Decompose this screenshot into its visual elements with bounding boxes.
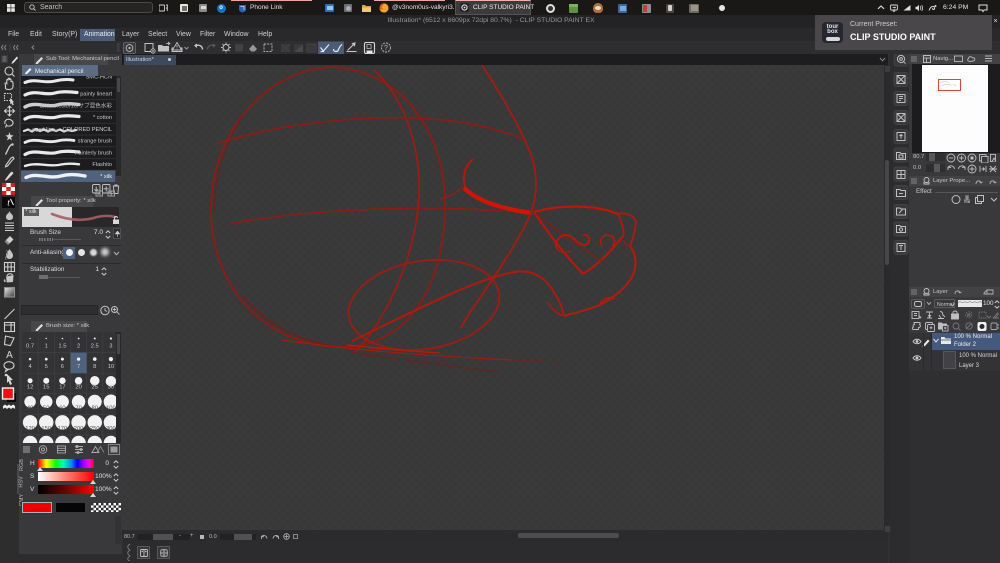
svg-text:2: 2 [77, 344, 80, 350]
svg-text:250: 250 [90, 426, 100, 432]
svg-text:30: 30 [108, 385, 114, 391]
svg-text:70: 70 [75, 405, 81, 411]
svg-text:?: ? [384, 45, 388, 52]
svg-text:7: 7 [77, 364, 80, 370]
svg-text:60: 60 [59, 405, 65, 411]
svg-text:80: 80 [92, 405, 98, 411]
svg-text:1.5: 1.5 [58, 344, 66, 350]
svg-text:* silk: * silk [100, 174, 112, 180]
svg-text:120: 120 [25, 426, 35, 432]
svg-text:15: 15 [43, 385, 49, 391]
svg-text:25: 25 [92, 385, 98, 391]
svg-text:aged line ... COLORED PENCIL: aged line ... COLORED PENCIL [32, 127, 112, 133]
svg-text:150: 150 [41, 426, 51, 432]
svg-text:A: A [6, 350, 13, 361]
svg-text:17: 17 [59, 385, 65, 391]
svg-text:0.7: 0.7 [26, 344, 34, 350]
svg-text:40: 40 [27, 405, 33, 411]
svg-text:* cotton: * cotton [93, 115, 112, 121]
svg-text:8: 8 [93, 364, 96, 370]
svg-text:100: 100 [106, 405, 116, 411]
svg-text:10: 10 [108, 364, 114, 370]
svg-text:170: 170 [58, 426, 68, 432]
svg-text:1: 1 [45, 344, 48, 350]
svg-text:50: 50 [43, 405, 49, 411]
svg-text:ΔWatercolor10/サブ混色水彩: ΔWatercolor10/サブ混色水彩 [40, 101, 112, 109]
svg-text:Painterly brush: Painterly brush [75, 150, 112, 156]
svg-text:200: 200 [74, 426, 84, 432]
svg-text:12: 12 [27, 385, 33, 391]
svg-text:5: 5 [45, 364, 48, 370]
svg-text:6: 6 [61, 364, 64, 370]
svg-text:painty lineart: painty lineart [80, 92, 112, 98]
svg-text:SMC-HCN: SMC-HCN [86, 76, 112, 81]
svg-text:300: 300 [106, 426, 116, 432]
svg-text:2.5: 2.5 [91, 344, 99, 350]
svg-text:strange brush: strange brush [78, 139, 112, 145]
svg-text:3: 3 [109, 344, 112, 350]
svg-text:Flashito: Flashito [92, 162, 112, 168]
svg-text:20: 20 [75, 385, 81, 391]
